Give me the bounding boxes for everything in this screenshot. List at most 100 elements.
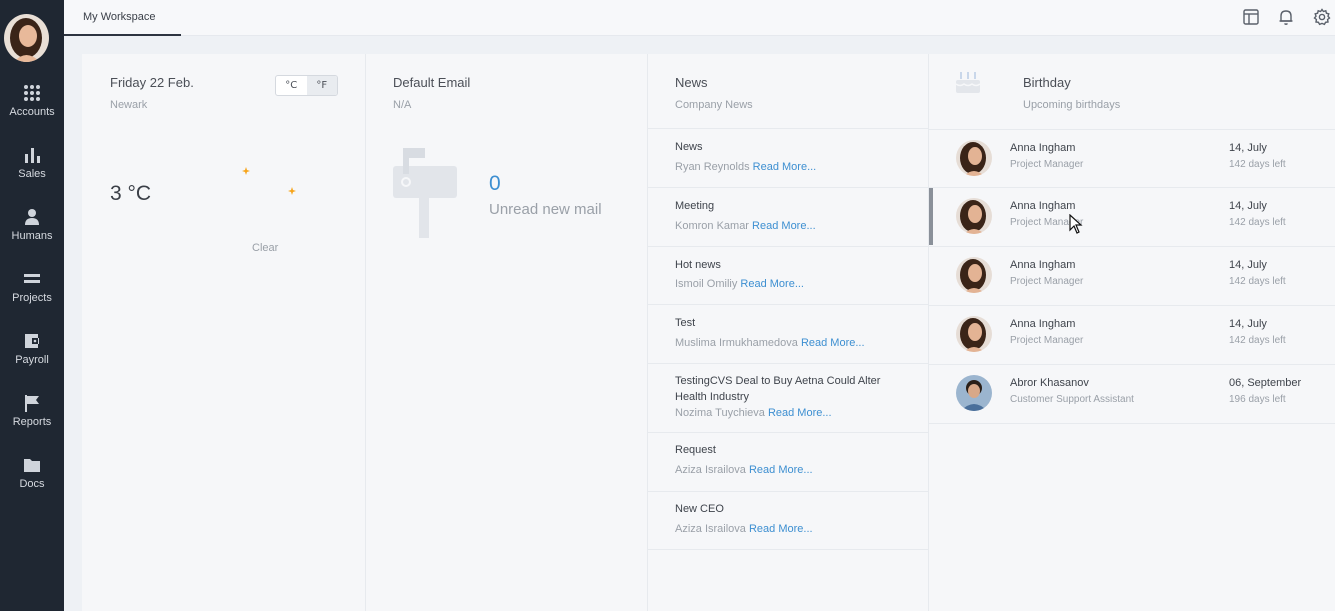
layout-icon[interactable] bbox=[1242, 8, 1260, 26]
birthday-role: Project Manager bbox=[1010, 276, 1084, 287]
read-more-link[interactable]: Read More... bbox=[753, 161, 817, 173]
birthday-row[interactable]: Anna Ingham Project Manager 14, July 142… bbox=[929, 129, 1335, 188]
sidebar-item-label: Projects bbox=[12, 292, 52, 304]
news-item-title: TestingCVS Deal to Buy Aetna Could Alter… bbox=[675, 375, 881, 403]
birthday-row[interactable]: Abror Khasanov Customer Support Assistan… bbox=[929, 365, 1335, 424]
news-item[interactable]: News Ryan Reynolds Read More... bbox=[648, 129, 929, 188]
cake-icon bbox=[955, 72, 981, 93]
news-item-title: Request bbox=[675, 444, 716, 456]
birthday-date: 14, July bbox=[1229, 318, 1267, 330]
sidebar-item-label: Accounts bbox=[9, 106, 55, 118]
sidebar-item-label: Docs bbox=[19, 478, 45, 490]
wallet-icon bbox=[25, 334, 39, 348]
weather-condition: Clear bbox=[252, 242, 279, 254]
unit-toggle: °C °F bbox=[275, 75, 338, 96]
email-widget: Default Email N/A 0 Unread new mail bbox=[366, 54, 648, 611]
person-icon bbox=[25, 209, 39, 225]
tab-label: My Workspace bbox=[83, 11, 156, 23]
sidebar-item-humans[interactable]: Humans bbox=[0, 208, 64, 264]
birthday-role: Project Manager bbox=[1010, 159, 1084, 170]
news-item-author: Ryan Reynolds bbox=[675, 161, 750, 173]
birthday-date: 14, July bbox=[1229, 142, 1267, 154]
sidebar-item-label: Payroll bbox=[15, 354, 49, 366]
email-address: N/A bbox=[393, 99, 412, 111]
news-item-title: Hot news bbox=[675, 259, 721, 271]
avatar[interactable] bbox=[4, 14, 49, 62]
birthday-name: Anna Ingham bbox=[1010, 142, 1076, 154]
news-item-title: News bbox=[675, 141, 703, 153]
birthday-role: Project Manager bbox=[1010, 335, 1084, 346]
news-item-author: Aziza Israilova bbox=[675, 464, 746, 476]
grid-icon bbox=[24, 85, 40, 101]
top-bar: My Workspace bbox=[64, 0, 1335, 36]
news-item-author: Komron Kamar bbox=[675, 220, 749, 232]
unit-celsius-button[interactable]: °C bbox=[276, 76, 307, 95]
sidebar: Accounts Sales Humans Projects Payroll R… bbox=[0, 0, 64, 611]
news-item-author: Aziza Israilova bbox=[675, 523, 746, 535]
weather-date: Friday 22 Feb. bbox=[110, 75, 194, 90]
read-more-link[interactable]: Read More... bbox=[768, 407, 832, 419]
birthday-date: 14, July bbox=[1229, 259, 1267, 271]
unread-mail-count[interactable]: 0 bbox=[489, 172, 501, 196]
read-more-link[interactable]: Read More... bbox=[749, 464, 813, 476]
birthday-date: 14, July bbox=[1229, 200, 1267, 212]
news-item[interactable]: Request Aziza Israilova Read More... bbox=[648, 433, 929, 492]
birthday-days-left: 142 days left bbox=[1229, 276, 1286, 287]
news-subtitle: Company News bbox=[675, 99, 753, 111]
birthday-name: Abror Khasanov bbox=[1010, 377, 1089, 389]
read-more-link[interactable]: Read More... bbox=[801, 337, 865, 349]
birthday-days-left: 196 days left bbox=[1229, 394, 1286, 405]
dashboard-content: Friday 22 Feb. Newark °C °F 3 °C Clear D… bbox=[82, 54, 1335, 611]
news-widget: News Company News News Ryan Reynolds Rea… bbox=[648, 54, 933, 611]
moon-icon bbox=[242, 167, 296, 216]
sidebar-item-payroll[interactable]: Payroll bbox=[0, 332, 64, 388]
news-item-author: Ismoil Omiliy bbox=[675, 278, 738, 290]
unread-mail-label: Unread new mail bbox=[489, 201, 602, 218]
mouse-cursor-icon bbox=[1069, 214, 1083, 234]
birthday-row[interactable]: Anna Ingham Project Manager 14, July 142… bbox=[929, 188, 1335, 247]
gear-icon[interactable] bbox=[1313, 8, 1331, 26]
bar-chart-icon bbox=[25, 148, 40, 163]
birthday-role: Customer Support Assistant bbox=[1010, 394, 1134, 405]
tab-my-workspace[interactable]: My Workspace bbox=[64, 0, 181, 36]
sidebar-item-docs[interactable]: Docs bbox=[0, 456, 64, 512]
birthday-days-left: 142 days left bbox=[1229, 159, 1286, 170]
sidebar-item-label: Sales bbox=[18, 168, 46, 180]
folder-icon bbox=[24, 459, 40, 472]
news-item-author: Muslima Irmukhamedova bbox=[675, 337, 798, 349]
read-more-link[interactable]: Read More... bbox=[752, 220, 816, 232]
read-more-link[interactable]: Read More... bbox=[749, 523, 813, 535]
news-item[interactable]: Test Muslima Irmukhamedova Read More... bbox=[648, 305, 929, 364]
birthday-name: Anna Ingham bbox=[1010, 318, 1076, 330]
avatar bbox=[956, 375, 992, 411]
birthday-title: Birthday bbox=[1023, 75, 1071, 90]
birthday-subtitle: Upcoming birthdays bbox=[1023, 99, 1121, 111]
email-title: Default Email bbox=[393, 75, 471, 90]
news-item[interactable]: Hot news Ismoil Omiliy Read More... bbox=[648, 247, 929, 305]
sidebar-item-reports[interactable]: Reports bbox=[0, 394, 64, 450]
unit-fahrenheit-button[interactable]: °F bbox=[306, 76, 337, 95]
stack-icon bbox=[24, 274, 40, 283]
avatar bbox=[956, 257, 992, 293]
birthday-name: Anna Ingham bbox=[1010, 259, 1076, 271]
news-item-author: Nozima Tuychieva bbox=[675, 407, 765, 419]
birthday-row[interactable]: Anna Ingham Project Manager 14, July 142… bbox=[929, 247, 1335, 306]
flag-icon bbox=[25, 395, 39, 412]
avatar bbox=[956, 316, 992, 352]
news-item-title: Meeting bbox=[675, 200, 715, 212]
sidebar-item-sales[interactable]: Sales bbox=[0, 146, 64, 202]
news-item[interactable]: Meeting Komron Kamar Read More... bbox=[648, 188, 929, 247]
sidebar-item-accounts[interactable]: Accounts bbox=[0, 84, 64, 140]
birthday-days-left: 142 days left bbox=[1229, 335, 1286, 346]
birthday-days-left: 142 days left bbox=[1229, 217, 1286, 228]
bell-icon[interactable] bbox=[1277, 8, 1295, 26]
news-item[interactable]: TestingCVS Deal to Buy Aetna Could Alter… bbox=[648, 364, 929, 433]
birthday-name: Anna Ingham bbox=[1010, 200, 1076, 212]
news-title: News bbox=[675, 75, 708, 90]
read-more-link[interactable]: Read More... bbox=[740, 278, 804, 290]
news-item[interactable]: New CEO Aziza Israilova Read More... bbox=[648, 492, 929, 550]
sidebar-item-label: Humans bbox=[11, 230, 53, 242]
sidebar-item-label: Reports bbox=[12, 416, 52, 428]
sidebar-item-projects[interactable]: Projects bbox=[0, 270, 64, 326]
birthday-row[interactable]: Anna Ingham Project Manager 14, July 142… bbox=[929, 306, 1335, 365]
